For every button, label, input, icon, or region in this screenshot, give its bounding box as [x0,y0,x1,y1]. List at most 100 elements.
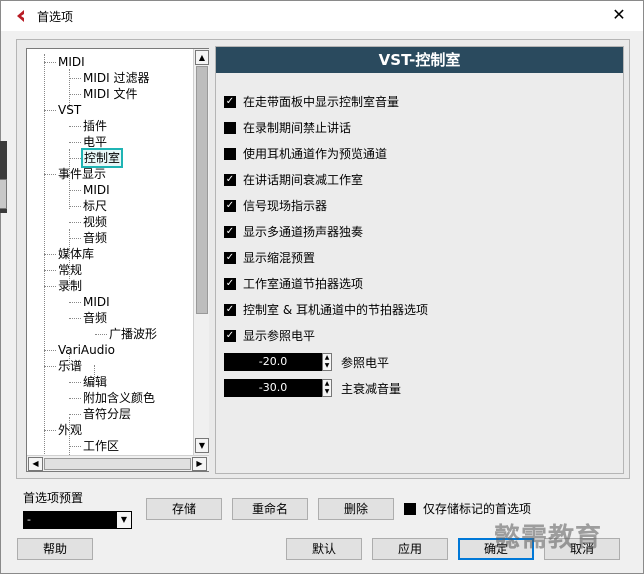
tree-item[interactable]: 附加含义颜色 [83,390,155,406]
option-checkbox[interactable]: ✓ [224,174,236,186]
option-checkbox[interactable]: ✓ [224,226,236,238]
tree-item[interactable]: 标尺 [83,198,107,214]
tree-connector [69,229,70,289]
spin-up-icon[interactable]: ▲ [323,354,331,362]
tree-connector [69,417,70,455]
option-checkbox[interactable]: ✓ [224,304,236,316]
preset-select[interactable]: - ▼ [23,511,132,529]
tree-connector [95,334,107,335]
spin-up-icon[interactable]: ▲ [323,380,331,388]
tree-item[interactable]: 广播波形 [109,326,157,342]
option-checkbox[interactable]: ✓ [224,252,236,264]
tree-item[interactable]: MIDI [58,54,85,70]
spin-down-icon[interactable]: ▼ [323,362,331,370]
tree-connector [44,110,56,111]
reference-level-field[interactable]: -20.0 [224,353,322,371]
tree-connector [69,382,81,383]
scroll-thumb-horizontal[interactable] [44,458,191,470]
preset-selected-value: - [27,513,31,526]
tree-item[interactable]: 媒体库 [58,246,94,262]
tree-connector [69,126,81,127]
spin-down-icon[interactable]: ▼ [323,388,331,396]
tree-item[interactable]: 视频 [83,214,107,230]
tree-connector [44,430,56,431]
tree-item[interactable]: 音频 [83,230,107,246]
option-label: 显示多通道扬声器独奏 [243,225,364,239]
tree-viewport: MIDI MIDI 过滤器 MIDI 文件 VST 插件 电平 控制室 事件显示 MIDI 标尺视… [27,49,193,455]
option-checkbox[interactable] [224,122,236,134]
help-button[interactable]: 帮助 [17,538,93,560]
apply-button[interactable]: 应用 [372,538,448,560]
tree-item[interactable]: 工作区 [83,438,119,454]
tree-connector [44,254,56,255]
tree-item[interactable]: 乐谱 [58,358,82,374]
main-dim-field[interactable]: -30.0 [224,379,322,397]
delete-button[interactable]: 删除 [318,498,394,520]
tree-item[interactable]: 常规 [58,262,82,278]
scroll-down-icon[interactable]: ▼ [195,438,209,453]
tree-connector [69,206,81,207]
option-checkbox[interactable]: ✓ [224,96,236,108]
option-checkbox[interactable]: ✓ [224,278,236,290]
option-label: 在走带面板中显示控制室音量 [243,95,400,109]
tree-connector [69,78,81,79]
tree-connector [69,349,70,369]
scroll-left-icon[interactable]: ◀ [28,457,43,471]
tree-horizontal-scrollbar[interactable]: ◀ ▶ [27,455,209,471]
tree-connector [69,414,81,415]
tree-item[interactable]: 外观 [58,422,82,438]
tree-connector [69,142,81,143]
preset-label: 首选项预置 [23,491,84,505]
main-dim-label: 主衰减音量 [341,382,402,396]
only-marked-label: 仅存储标记的首选项 [423,502,532,516]
tree-item[interactable]: 音符分层 [83,406,131,422]
tree-connector [44,286,56,287]
option-checkbox[interactable]: ✓ [224,330,236,342]
option-checkbox[interactable]: ✓ [224,200,236,212]
tree-vertical-scrollbar[interactable]: ▲ ▼ [193,49,209,455]
scroll-thumb[interactable] [196,66,208,314]
chevron-down-icon[interactable]: ▼ [117,512,131,528]
option-checkbox[interactable] [224,148,236,160]
main-dim-spinner[interactable]: ▲ ▼ [322,379,332,397]
tree-item[interactable]: MIDI 文件 [83,86,138,102]
tree-item[interactable]: MIDI 过滤器 [83,70,150,86]
tree-connector [69,158,81,159]
panel-title: VST-控制室 [216,47,623,73]
tree-item[interactable]: 音频 [83,310,107,326]
tree-connector [44,174,56,175]
category-tree: MIDI MIDI 过滤器 MIDI 文件 VST 插件 电平 控制室 事件显示 MIDI 标尺视… [26,48,209,472]
tree-item[interactable]: 录制 [58,278,82,294]
close-icon[interactable]: ✕ [609,5,629,25]
tree-connector [69,149,70,209]
background-window-control [0,179,7,209]
tree-connector [69,69,70,109]
tree-item[interactable]: 插件 [83,118,107,134]
cubase-logo-icon [17,10,24,22]
tree-connector [44,366,56,367]
main-frame: MIDI MIDI 过滤器 MIDI 文件 VST 插件 电平 控制室 事件显示 MIDI 标尺视… [16,39,630,479]
tree-item[interactable]: VariAudio [58,342,115,358]
settings-panel: VST-控制室 ✓ 在走带面板中显示控制室音量 在录制期间禁止讲话 使用耳机通道作为预… [215,46,624,474]
only-marked-checkbox[interactable] [404,503,416,515]
tree-item[interactable]: MIDI [83,182,110,198]
tree-item[interactable]: 电平 [83,134,107,150]
rename-button[interactable]: 重命名 [232,498,308,520]
tree-connector [69,398,81,399]
tree-item[interactable]: 事件显示 [58,166,106,182]
tree-connector [69,94,81,95]
store-button[interactable]: 存储 [146,498,222,520]
window-title: 首选项 [37,10,74,24]
tree-connector [69,302,81,303]
reference-level-spinner[interactable]: ▲ ▼ [322,353,332,371]
tree-item[interactable]: MIDI [83,294,110,310]
reference-level-label: 参照电平 [341,356,390,370]
option-label: 信号现场指示器 [243,199,328,213]
tree-connector [44,54,45,454]
tree-item[interactable]: 控制室 [80,148,124,168]
tree-connector [44,62,56,63]
default-button[interactable]: 默认 [286,538,362,560]
tree-item[interactable]: 编辑 [83,374,107,390]
scroll-right-icon[interactable]: ▶ [192,457,207,471]
scroll-up-icon[interactable]: ▲ [195,50,209,65]
